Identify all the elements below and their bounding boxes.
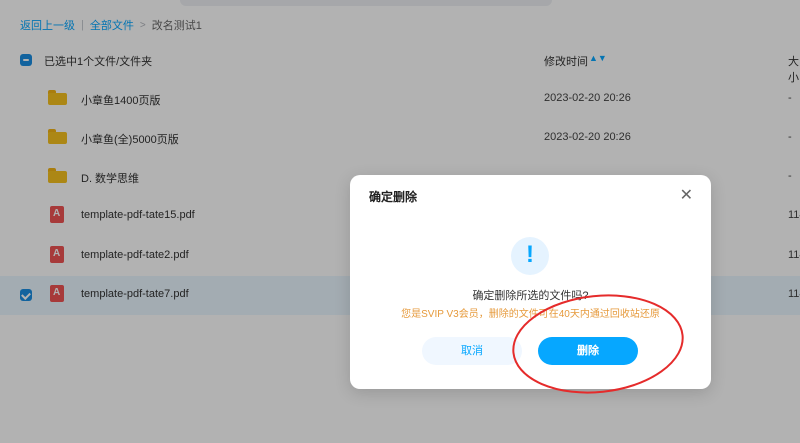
close-icon[interactable]: ✕ bbox=[680, 185, 693, 205]
dialog-question: 确定删除所选的文件吗? bbox=[472, 290, 589, 302]
vip-notice: 您是SVIP V3会员，删除的文件可在40天内通过回收站还原 bbox=[401, 309, 660, 320]
delete-button[interactable]: 删除 bbox=[538, 337, 638, 365]
delete-confirm-dialog: 确定删除 ✕ ! 确定删除所选的文件吗? 您是SVIP V3会员，删除的文件可在… bbox=[350, 175, 711, 389]
dialog-title: 确定删除 bbox=[369, 190, 418, 204]
cancel-button[interactable]: 取消 bbox=[422, 337, 522, 365]
alert-icon-circle: ! bbox=[511, 237, 549, 275]
exclamation-icon: ! bbox=[526, 241, 534, 268]
